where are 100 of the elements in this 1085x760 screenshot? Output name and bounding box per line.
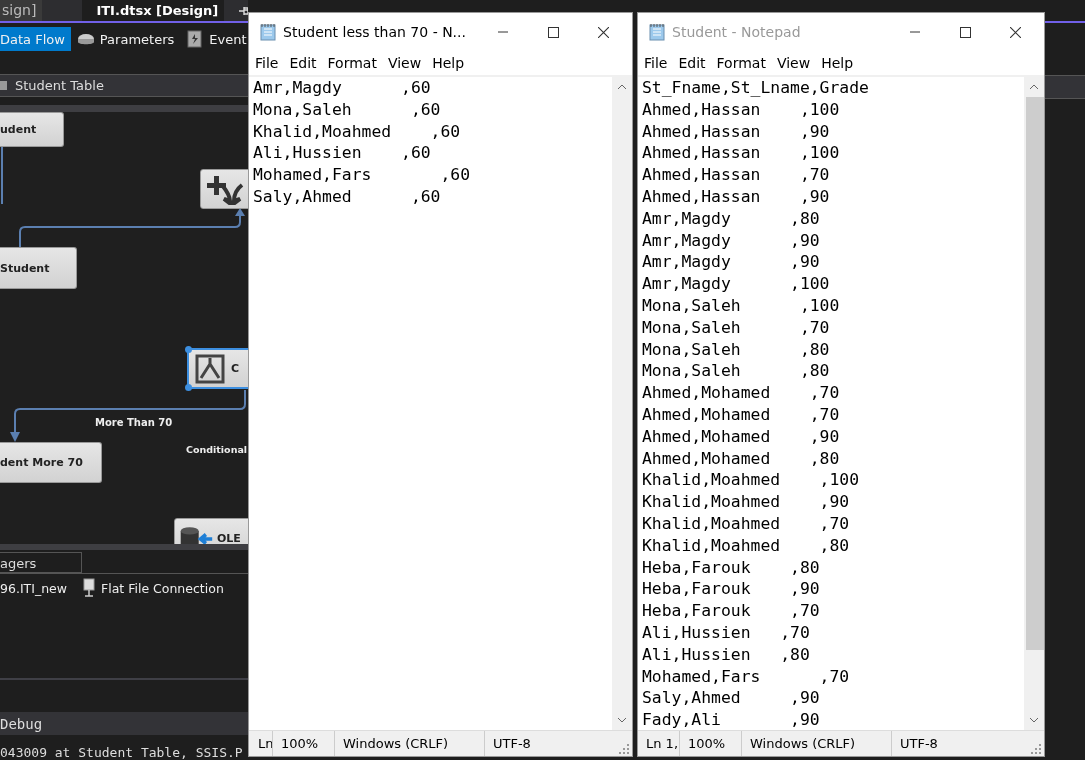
text-line: Khalid,Moahmed ,100 (642, 469, 861, 492)
text-line: Khalid,Moahmed ,90 (642, 491, 851, 513)
scrollbar[interactable] (1024, 77, 1044, 730)
chevron-down-icon (1029, 717, 1039, 723)
status-text: Ln (249, 731, 273, 756)
text-line: Heba,Farouk ,90 (642, 578, 821, 601)
menu-item[interactable]: File (253, 55, 285, 71)
text-line: Amr,Magdy ,60 (253, 77, 432, 99)
breadcrumb-bar (1045, 75, 1085, 99)
text-line: Ahmed,Hassan ,100 (642, 142, 841, 165)
document-tab[interactable]: ITI.dtsx [Design] (82, 0, 225, 21)
status-text: Windows (CRLF) (742, 731, 892, 756)
text-line: Ahmed,Mohamed ,70 (642, 382, 841, 404)
scrollbar[interactable] (612, 77, 632, 730)
text-line: Ali,Hussien ,80 (642, 643, 811, 666)
status-text: 100% (680, 731, 742, 756)
text-line: Mohamed,Fars ,70 (642, 665, 851, 688)
notepad-icon (648, 23, 666, 41)
text-line: Khalid,Moahmed ,70 (642, 512, 851, 535)
menu-item[interactable]: View (385, 55, 428, 71)
merge-icon (204, 173, 244, 206)
text-line: Ahmed,Hassan ,90 (642, 186, 831, 208)
text-line: Mona,Saleh ,70 (642, 316, 831, 339)
status-text: Ln 1, (638, 731, 680, 756)
menu-item[interactable]: Format (325, 55, 383, 71)
component-node[interactable]: OLE (174, 518, 248, 544)
designer-tab[interactable]: Parameters (76, 27, 181, 52)
text-line: Ahmed,Mohamed ,90 (642, 425, 841, 448)
connector-line (0, 147, 6, 206)
window-title: Student - Notepad (672, 24, 802, 40)
status-text: 100% (273, 731, 335, 756)
component-node[interactable] (200, 169, 248, 210)
text-line: Amr,Magdy ,90 (642, 229, 821, 252)
connection-item[interactable]: 96.ITI_new (0, 580, 67, 596)
close-icon (597, 26, 609, 38)
chevron-down-icon (617, 717, 627, 723)
close-icon (1009, 26, 1021, 38)
text-line: Amr,Magdy ,100 (642, 273, 831, 295)
status-text: UTF-8 (492, 735, 532, 753)
component-node[interactable]: C (187, 348, 248, 390)
resize-grip-icon (619, 743, 629, 754)
maximize-icon (959, 26, 971, 38)
designer-tab[interactable]: Data Flow (0, 27, 71, 52)
task-icon (0, 78, 8, 93)
pin-icon (238, 4, 248, 17)
text-line: St_Fname,St_Lname,Grade (642, 77, 870, 99)
status-text: UTF-8 (899, 735, 939, 753)
text-line: Saly,Ahmed ,60 (253, 186, 442, 208)
resize-handle[interactable] (185, 384, 192, 392)
text-line: Mona,Saleh ,80 (642, 338, 831, 361)
scroll-thumb[interactable] (1026, 97, 1044, 650)
text-line: Ahmed,Mohamed ,80 (642, 447, 841, 470)
component-node[interactable]: dent More 70 (0, 442, 102, 484)
path-label: Conditional (186, 444, 248, 456)
text-line: Ahmed,Mohamed ,70 (642, 403, 841, 426)
output-text: 043009 at Student Table, SSIS.P (0, 744, 244, 760)
text-line: Heba,Farouk ,80 (642, 556, 821, 579)
split-icon (195, 353, 225, 384)
menu-item[interactable]: View (774, 55, 817, 71)
text-line: Ahmed,Hassan ,100 (642, 98, 841, 121)
menu-item[interactable]: File (642, 55, 674, 71)
text-line: Ahmed,Hassan ,70 (642, 164, 831, 186)
text-line: Ali,Hussien ,60 (253, 142, 432, 165)
text-line: Fady,Ali ,90 (642, 709, 821, 730)
text-line: Khalid,Moahmed ,80 (642, 534, 851, 557)
component-node[interactable]: udent (0, 112, 64, 148)
chevron-up-icon (1029, 84, 1039, 90)
designer-tab[interactable]: Event (186, 27, 248, 52)
text-line: Heba,Farouk ,70 (642, 600, 821, 622)
file-icon (83, 578, 95, 599)
path-label: More Than 70 (95, 417, 173, 429)
panel-tab[interactable]: agers (0, 552, 82, 574)
menu-item[interactable]: Format (714, 55, 772, 71)
text-line: Amr,Magdy ,90 (642, 251, 821, 274)
text-line: Ahmed,Hassan ,90 (642, 120, 831, 143)
status-text: Windows (CRLF) (335, 731, 485, 756)
menu-item[interactable]: Edit (287, 55, 323, 71)
text-line: Mona,Saleh ,60 (253, 98, 442, 121)
chevron-up-icon (617, 84, 627, 90)
text-line: Saly,Ahmed ,90 (642, 687, 821, 710)
document-tab[interactable]: sign] (0, 0, 43, 21)
resize-handle[interactable] (185, 346, 192, 354)
connection-item[interactable]: Flat File Connection (83, 578, 224, 599)
splitter-bar[interactable] (0, 104, 248, 113)
component-node[interactable]: Student (0, 247, 77, 290)
menu-item[interactable]: Edit (676, 55, 712, 71)
maximize-icon (547, 26, 559, 38)
text-line: Mona,Saleh ,100 (642, 294, 841, 317)
event-icon (186, 30, 205, 49)
text-line: Khalid,Moahmed ,60 (253, 120, 462, 143)
text-line: Amr,Magdy ,80 (642, 207, 821, 230)
output-selector[interactable]: Debug (0, 715, 43, 732)
text-line: Ali,Hussien ,70 (642, 621, 811, 644)
text-line: Mohamed,Fars ,60 (253, 164, 472, 186)
menu-item[interactable]: Help (430, 55, 471, 71)
window-title: Student less than 70 - N... (283, 24, 467, 40)
menu-item[interactable]: Help (819, 55, 860, 71)
text-line: Mona,Saleh ,80 (642, 360, 831, 383)
resize-grip-icon (1031, 743, 1041, 754)
notepad-icon (259, 23, 277, 41)
